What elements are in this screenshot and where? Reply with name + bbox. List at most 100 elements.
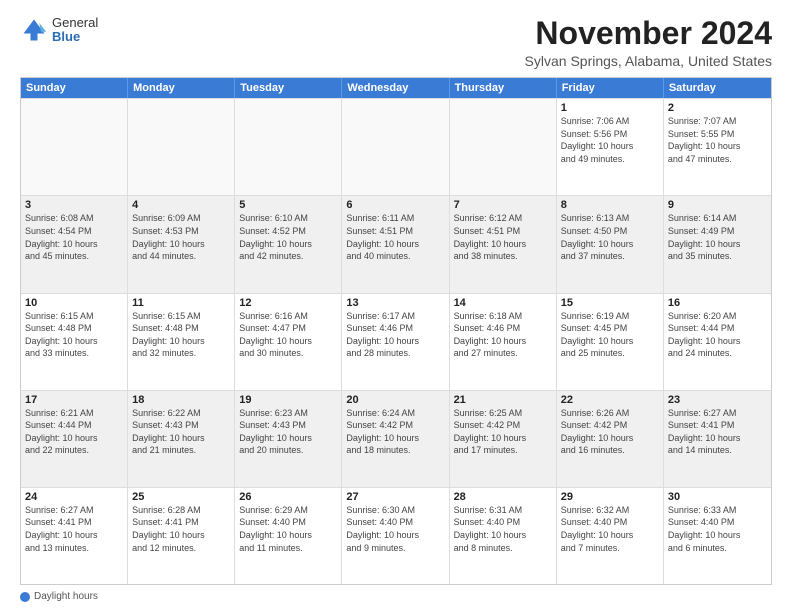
calendar-cell: 11Sunrise: 6:15 AM Sunset: 4:48 PM Dayli… [128,294,235,390]
day-number: 15 [561,297,659,309]
day-info: Sunrise: 6:29 AM Sunset: 4:40 PM Dayligh… [239,504,337,554]
day-info: Sunrise: 6:08 AM Sunset: 4:54 PM Dayligh… [25,212,123,262]
header: General Blue November 2024 Sylvan Spring… [20,16,772,69]
calendar-cell [450,99,557,195]
calendar-cell: 3Sunrise: 6:08 AM Sunset: 4:54 PM Daylig… [21,196,128,292]
cal-header-day: Wednesday [342,78,449,98]
calendar-cell: 7Sunrise: 6:12 AM Sunset: 4:51 PM Daylig… [450,196,557,292]
day-info: Sunrise: 6:13 AM Sunset: 4:50 PM Dayligh… [561,212,659,262]
calendar-cell: 14Sunrise: 6:18 AM Sunset: 4:46 PM Dayli… [450,294,557,390]
page: General Blue November 2024 Sylvan Spring… [0,0,792,612]
calendar-cell [235,99,342,195]
day-info: Sunrise: 6:18 AM Sunset: 4:46 PM Dayligh… [454,310,552,360]
day-number: 24 [25,491,123,503]
month-title: November 2024 [525,16,772,51]
calendar-cell: 27Sunrise: 6:30 AM Sunset: 4:40 PM Dayli… [342,488,449,584]
day-number: 27 [346,491,444,503]
cal-header-day: Saturday [664,78,771,98]
day-info: Sunrise: 6:31 AM Sunset: 4:40 PM Dayligh… [454,504,552,554]
day-number: 17 [25,394,123,406]
logo-blue: Blue [52,30,98,44]
day-number: 16 [668,297,767,309]
day-info: Sunrise: 6:25 AM Sunset: 4:42 PM Dayligh… [454,407,552,457]
day-number: 12 [239,297,337,309]
calendar: SundayMondayTuesdayWednesdayThursdayFrid… [20,77,772,585]
logo-text: General Blue [52,16,98,45]
day-info: Sunrise: 6:15 AM Sunset: 4:48 PM Dayligh… [132,310,230,360]
day-info: Sunrise: 6:30 AM Sunset: 4:40 PM Dayligh… [346,504,444,554]
day-number: 19 [239,394,337,406]
legend-item-daylight: Daylight hours [20,591,98,602]
day-info: Sunrise: 6:15 AM Sunset: 4:48 PM Dayligh… [25,310,123,360]
day-info: Sunrise: 6:23 AM Sunset: 4:43 PM Dayligh… [239,407,337,457]
day-info: Sunrise: 6:16 AM Sunset: 4:47 PM Dayligh… [239,310,337,360]
calendar-cell: 10Sunrise: 6:15 AM Sunset: 4:48 PM Dayli… [21,294,128,390]
calendar-cell: 30Sunrise: 6:33 AM Sunset: 4:40 PM Dayli… [664,488,771,584]
calendar-cell: 19Sunrise: 6:23 AM Sunset: 4:43 PM Dayli… [235,391,342,487]
calendar-cell: 17Sunrise: 6:21 AM Sunset: 4:44 PM Dayli… [21,391,128,487]
day-number: 30 [668,491,767,503]
day-info: Sunrise: 6:17 AM Sunset: 4:46 PM Dayligh… [346,310,444,360]
day-number: 28 [454,491,552,503]
day-info: Sunrise: 6:19 AM Sunset: 4:45 PM Dayligh… [561,310,659,360]
day-number: 3 [25,199,123,211]
title-section: November 2024 Sylvan Springs, Alabama, U… [525,16,772,69]
day-info: Sunrise: 6:33 AM Sunset: 4:40 PM Dayligh… [668,504,767,554]
calendar-cell: 15Sunrise: 6:19 AM Sunset: 4:45 PM Dayli… [557,294,664,390]
logo-icon [20,16,48,44]
day-info: Sunrise: 6:10 AM Sunset: 4:52 PM Dayligh… [239,212,337,262]
cal-header-day: Monday [128,78,235,98]
legend-dot-daylight [20,592,30,602]
day-info: Sunrise: 6:11 AM Sunset: 4:51 PM Dayligh… [346,212,444,262]
day-number: 4 [132,199,230,211]
day-number: 8 [561,199,659,211]
calendar-cell: 16Sunrise: 6:20 AM Sunset: 4:44 PM Dayli… [664,294,771,390]
day-number: 20 [346,394,444,406]
calendar-cell: 20Sunrise: 6:24 AM Sunset: 4:42 PM Dayli… [342,391,449,487]
calendar-cell: 6Sunrise: 6:11 AM Sunset: 4:51 PM Daylig… [342,196,449,292]
day-info: Sunrise: 6:26 AM Sunset: 4:42 PM Dayligh… [561,407,659,457]
day-number: 13 [346,297,444,309]
calendar-row: 24Sunrise: 6:27 AM Sunset: 4:41 PM Dayli… [21,487,771,584]
day-info: Sunrise: 7:06 AM Sunset: 5:56 PM Dayligh… [561,115,659,165]
day-info: Sunrise: 6:27 AM Sunset: 4:41 PM Dayligh… [668,407,767,457]
day-number: 10 [25,297,123,309]
cal-header-day: Thursday [450,78,557,98]
cal-header-day: Tuesday [235,78,342,98]
day-info: Sunrise: 6:12 AM Sunset: 4:51 PM Dayligh… [454,212,552,262]
calendar-cell: 8Sunrise: 6:13 AM Sunset: 4:50 PM Daylig… [557,196,664,292]
day-info: Sunrise: 6:24 AM Sunset: 4:42 PM Dayligh… [346,407,444,457]
day-info: Sunrise: 6:09 AM Sunset: 4:53 PM Dayligh… [132,212,230,262]
day-number: 14 [454,297,552,309]
legend: Daylight hours [20,591,772,602]
day-number: 9 [668,199,767,211]
day-number: 25 [132,491,230,503]
calendar-cell [342,99,449,195]
day-number: 26 [239,491,337,503]
day-info: Sunrise: 6:14 AM Sunset: 4:49 PM Dayligh… [668,212,767,262]
calendar-cell: 28Sunrise: 6:31 AM Sunset: 4:40 PM Dayli… [450,488,557,584]
calendar-cell: 22Sunrise: 6:26 AM Sunset: 4:42 PM Dayli… [557,391,664,487]
calendar-body: 1Sunrise: 7:06 AM Sunset: 5:56 PM Daylig… [21,98,771,584]
day-number: 22 [561,394,659,406]
day-number: 21 [454,394,552,406]
calendar-row: 3Sunrise: 6:08 AM Sunset: 4:54 PM Daylig… [21,195,771,292]
day-info: Sunrise: 6:28 AM Sunset: 4:41 PM Dayligh… [132,504,230,554]
calendar-cell: 23Sunrise: 6:27 AM Sunset: 4:41 PM Dayli… [664,391,771,487]
day-number: 7 [454,199,552,211]
calendar-cell: 18Sunrise: 6:22 AM Sunset: 4:43 PM Dayli… [128,391,235,487]
calendar-row: 10Sunrise: 6:15 AM Sunset: 4:48 PM Dayli… [21,293,771,390]
logo: General Blue [20,16,98,45]
calendar-cell: 29Sunrise: 6:32 AM Sunset: 4:40 PM Dayli… [557,488,664,584]
calendar-cell: 21Sunrise: 6:25 AM Sunset: 4:42 PM Dayli… [450,391,557,487]
calendar-cell: 12Sunrise: 6:16 AM Sunset: 4:47 PM Dayli… [235,294,342,390]
day-number: 2 [668,102,767,114]
legend-daylight-label: Daylight hours [34,591,98,602]
calendar-cell: 4Sunrise: 6:09 AM Sunset: 4:53 PM Daylig… [128,196,235,292]
cal-header-day: Sunday [21,78,128,98]
calendar-row: 17Sunrise: 6:21 AM Sunset: 4:44 PM Dayli… [21,390,771,487]
location: Sylvan Springs, Alabama, United States [525,53,772,69]
calendar-cell: 2Sunrise: 7:07 AM Sunset: 5:55 PM Daylig… [664,99,771,195]
day-number: 23 [668,394,767,406]
calendar-cell: 9Sunrise: 6:14 AM Sunset: 4:49 PM Daylig… [664,196,771,292]
